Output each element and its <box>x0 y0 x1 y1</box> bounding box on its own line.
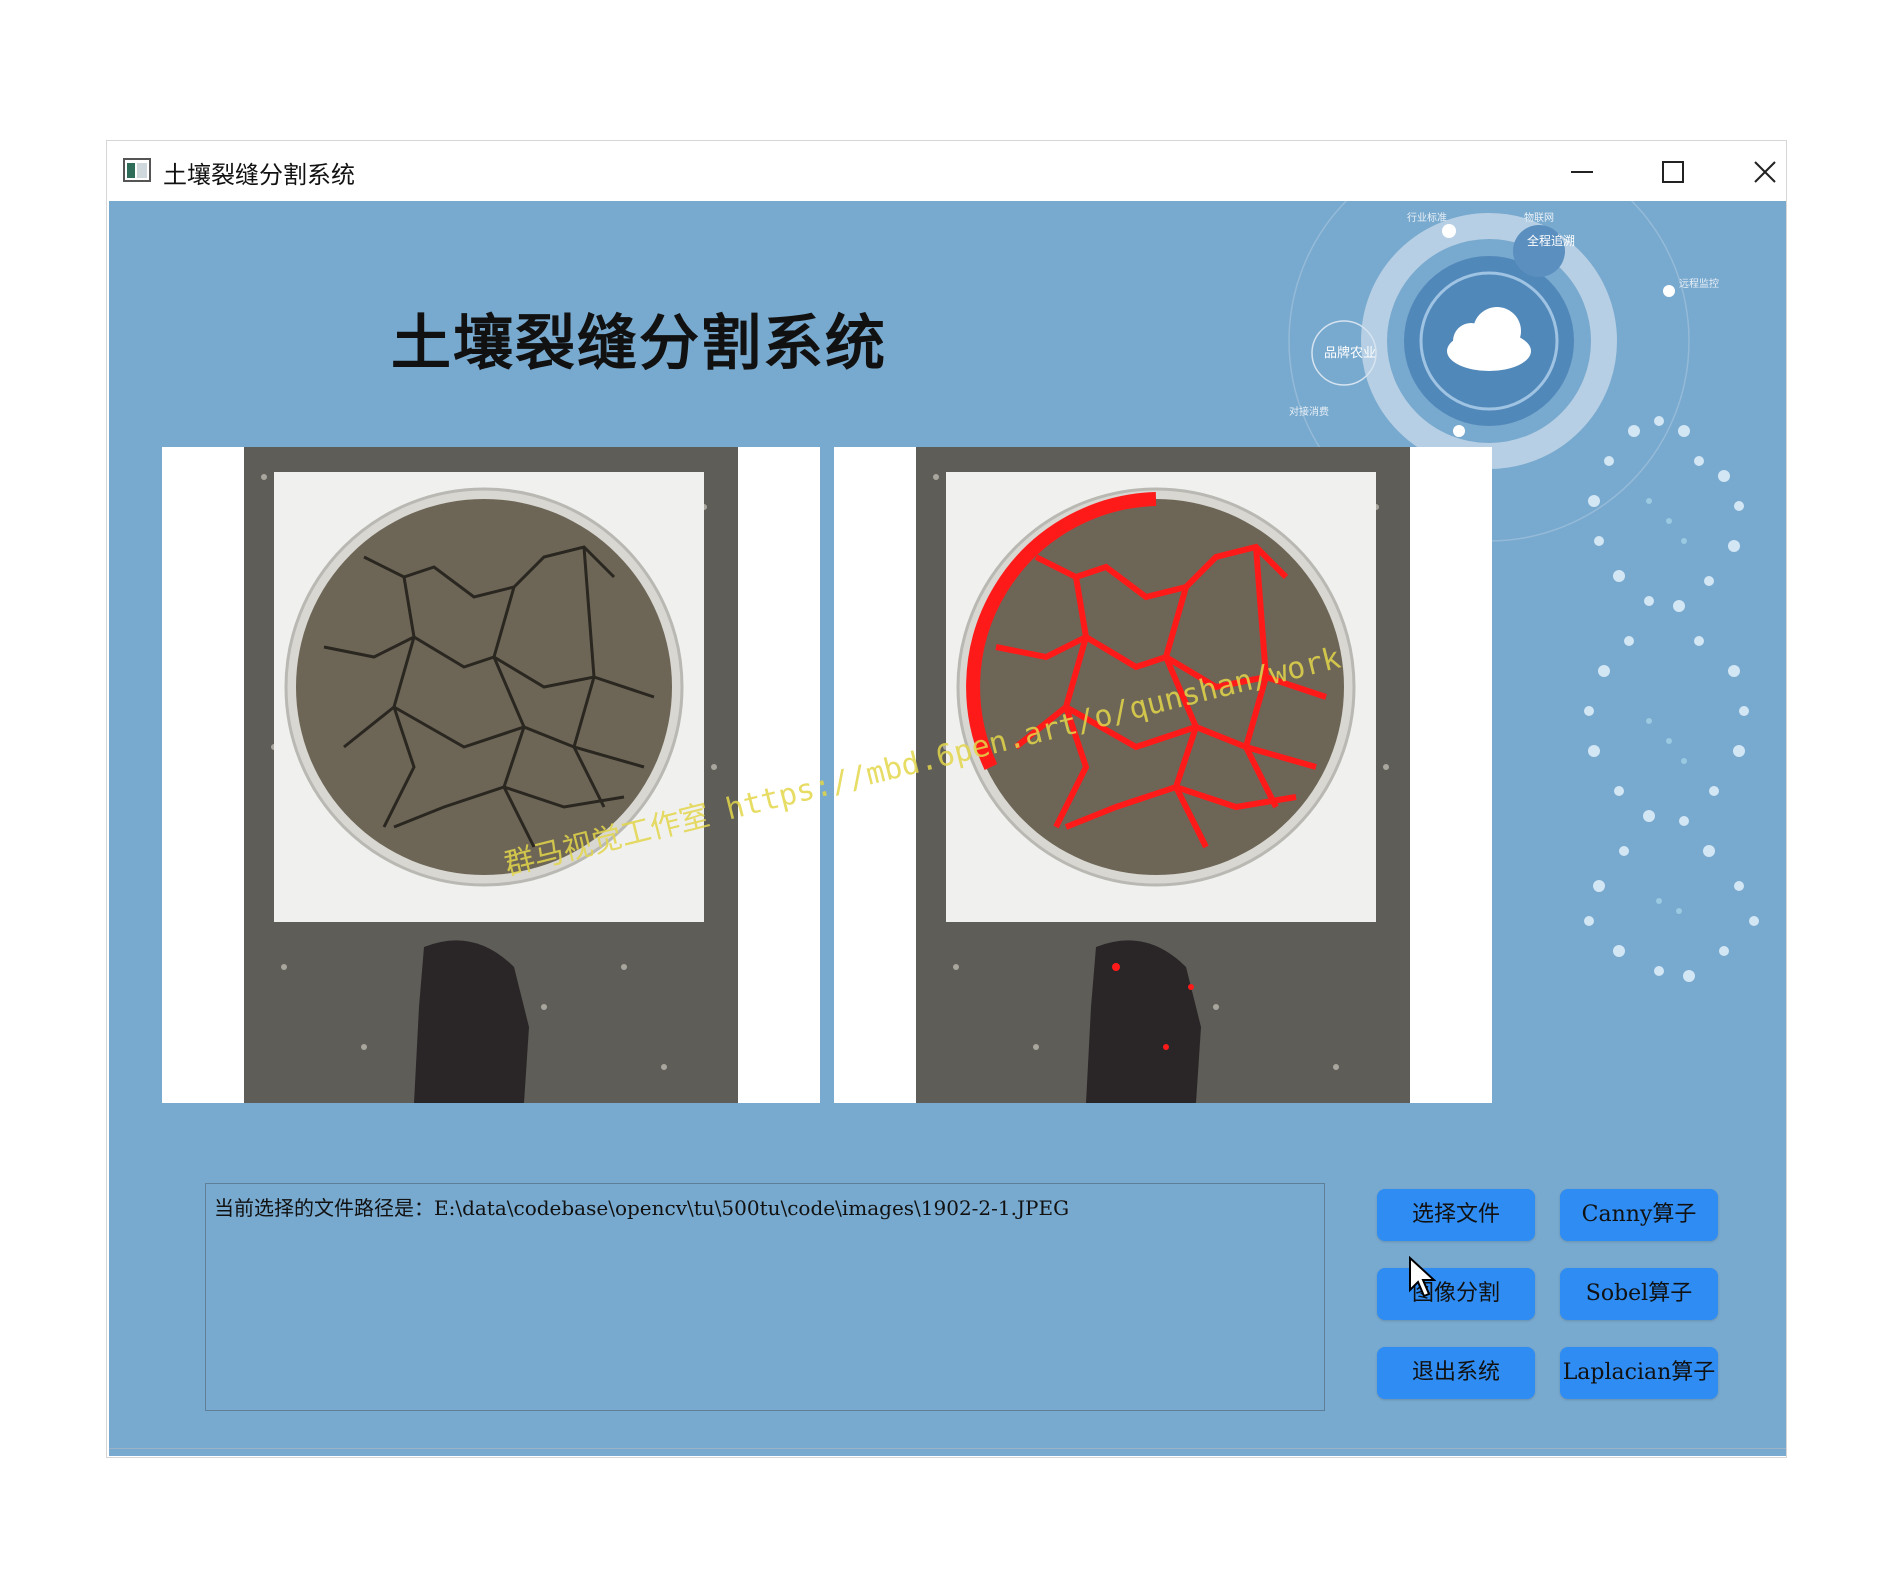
window-title: 土壤裂缝分割系统 <box>163 161 355 189</box>
exit-system-button[interactable]: 退出系统 <box>1377 1347 1535 1399</box>
main-panel: 行业标准 物联网 全程追溯 远程监控 品牌农业 对接消费 土壤裂缝分割系统 群马… <box>109 201 1786 1456</box>
app-window-icon <box>123 158 151 182</box>
close-icon <box>1754 161 1776 183</box>
original-soil-image <box>244 447 738 1103</box>
segment-image-button[interactable]: 图像分割 <box>1377 1268 1535 1320</box>
select-file-button[interactable]: 选择文件 <box>1377 1189 1535 1241</box>
maximize-button[interactable] <box>1638 145 1708 197</box>
deco-label-4: 远程监控 <box>1679 277 1719 290</box>
app-title: 土壤裂缝分割系统 <box>391 309 887 379</box>
mouse-cursor-icon <box>1409 1256 1436 1298</box>
title-bar[interactable]: 土壤裂缝分割系统 <box>107 141 1786 201</box>
deco-label-1: 行业标准 <box>1407 211 1447 224</box>
deco-label-2: 物联网 <box>1524 211 1554 224</box>
segmented-crack-overlay <box>916 447 1410 1103</box>
status-divider <box>109 1448 1786 1449</box>
canny-button[interactable]: Canny算子 <box>1560 1189 1718 1241</box>
laplacian-button[interactable]: Laplacian算子 <box>1560 1347 1718 1399</box>
deco-label-3: 全程追溯 <box>1527 233 1575 248</box>
deco-label-6: 对接消费 <box>1289 405 1329 418</box>
maximize-icon <box>1662 161 1684 183</box>
minimize-button[interactable] <box>1547 145 1617 197</box>
sobel-button[interactable]: Sobel算子 <box>1560 1268 1718 1320</box>
file-path-textbox[interactable]: 当前选择的文件路径是：E:\data\codebase\opencv\tu\50… <box>205 1183 1325 1411</box>
original-image-panel <box>162 447 820 1103</box>
minimize-icon <box>1571 171 1593 173</box>
close-button[interactable] <box>1730 145 1800 197</box>
file-path-text: 当前选择的文件路径是：E:\data\codebase\opencv\tu\50… <box>214 1196 1070 1220</box>
deco-label-5: 品牌农业 <box>1324 345 1376 361</box>
app-window: 土壤裂缝分割系统 行业标准 物联网 全程追溯 远程监控 品牌农业 对接消费 土壤… <box>106 140 1787 1458</box>
